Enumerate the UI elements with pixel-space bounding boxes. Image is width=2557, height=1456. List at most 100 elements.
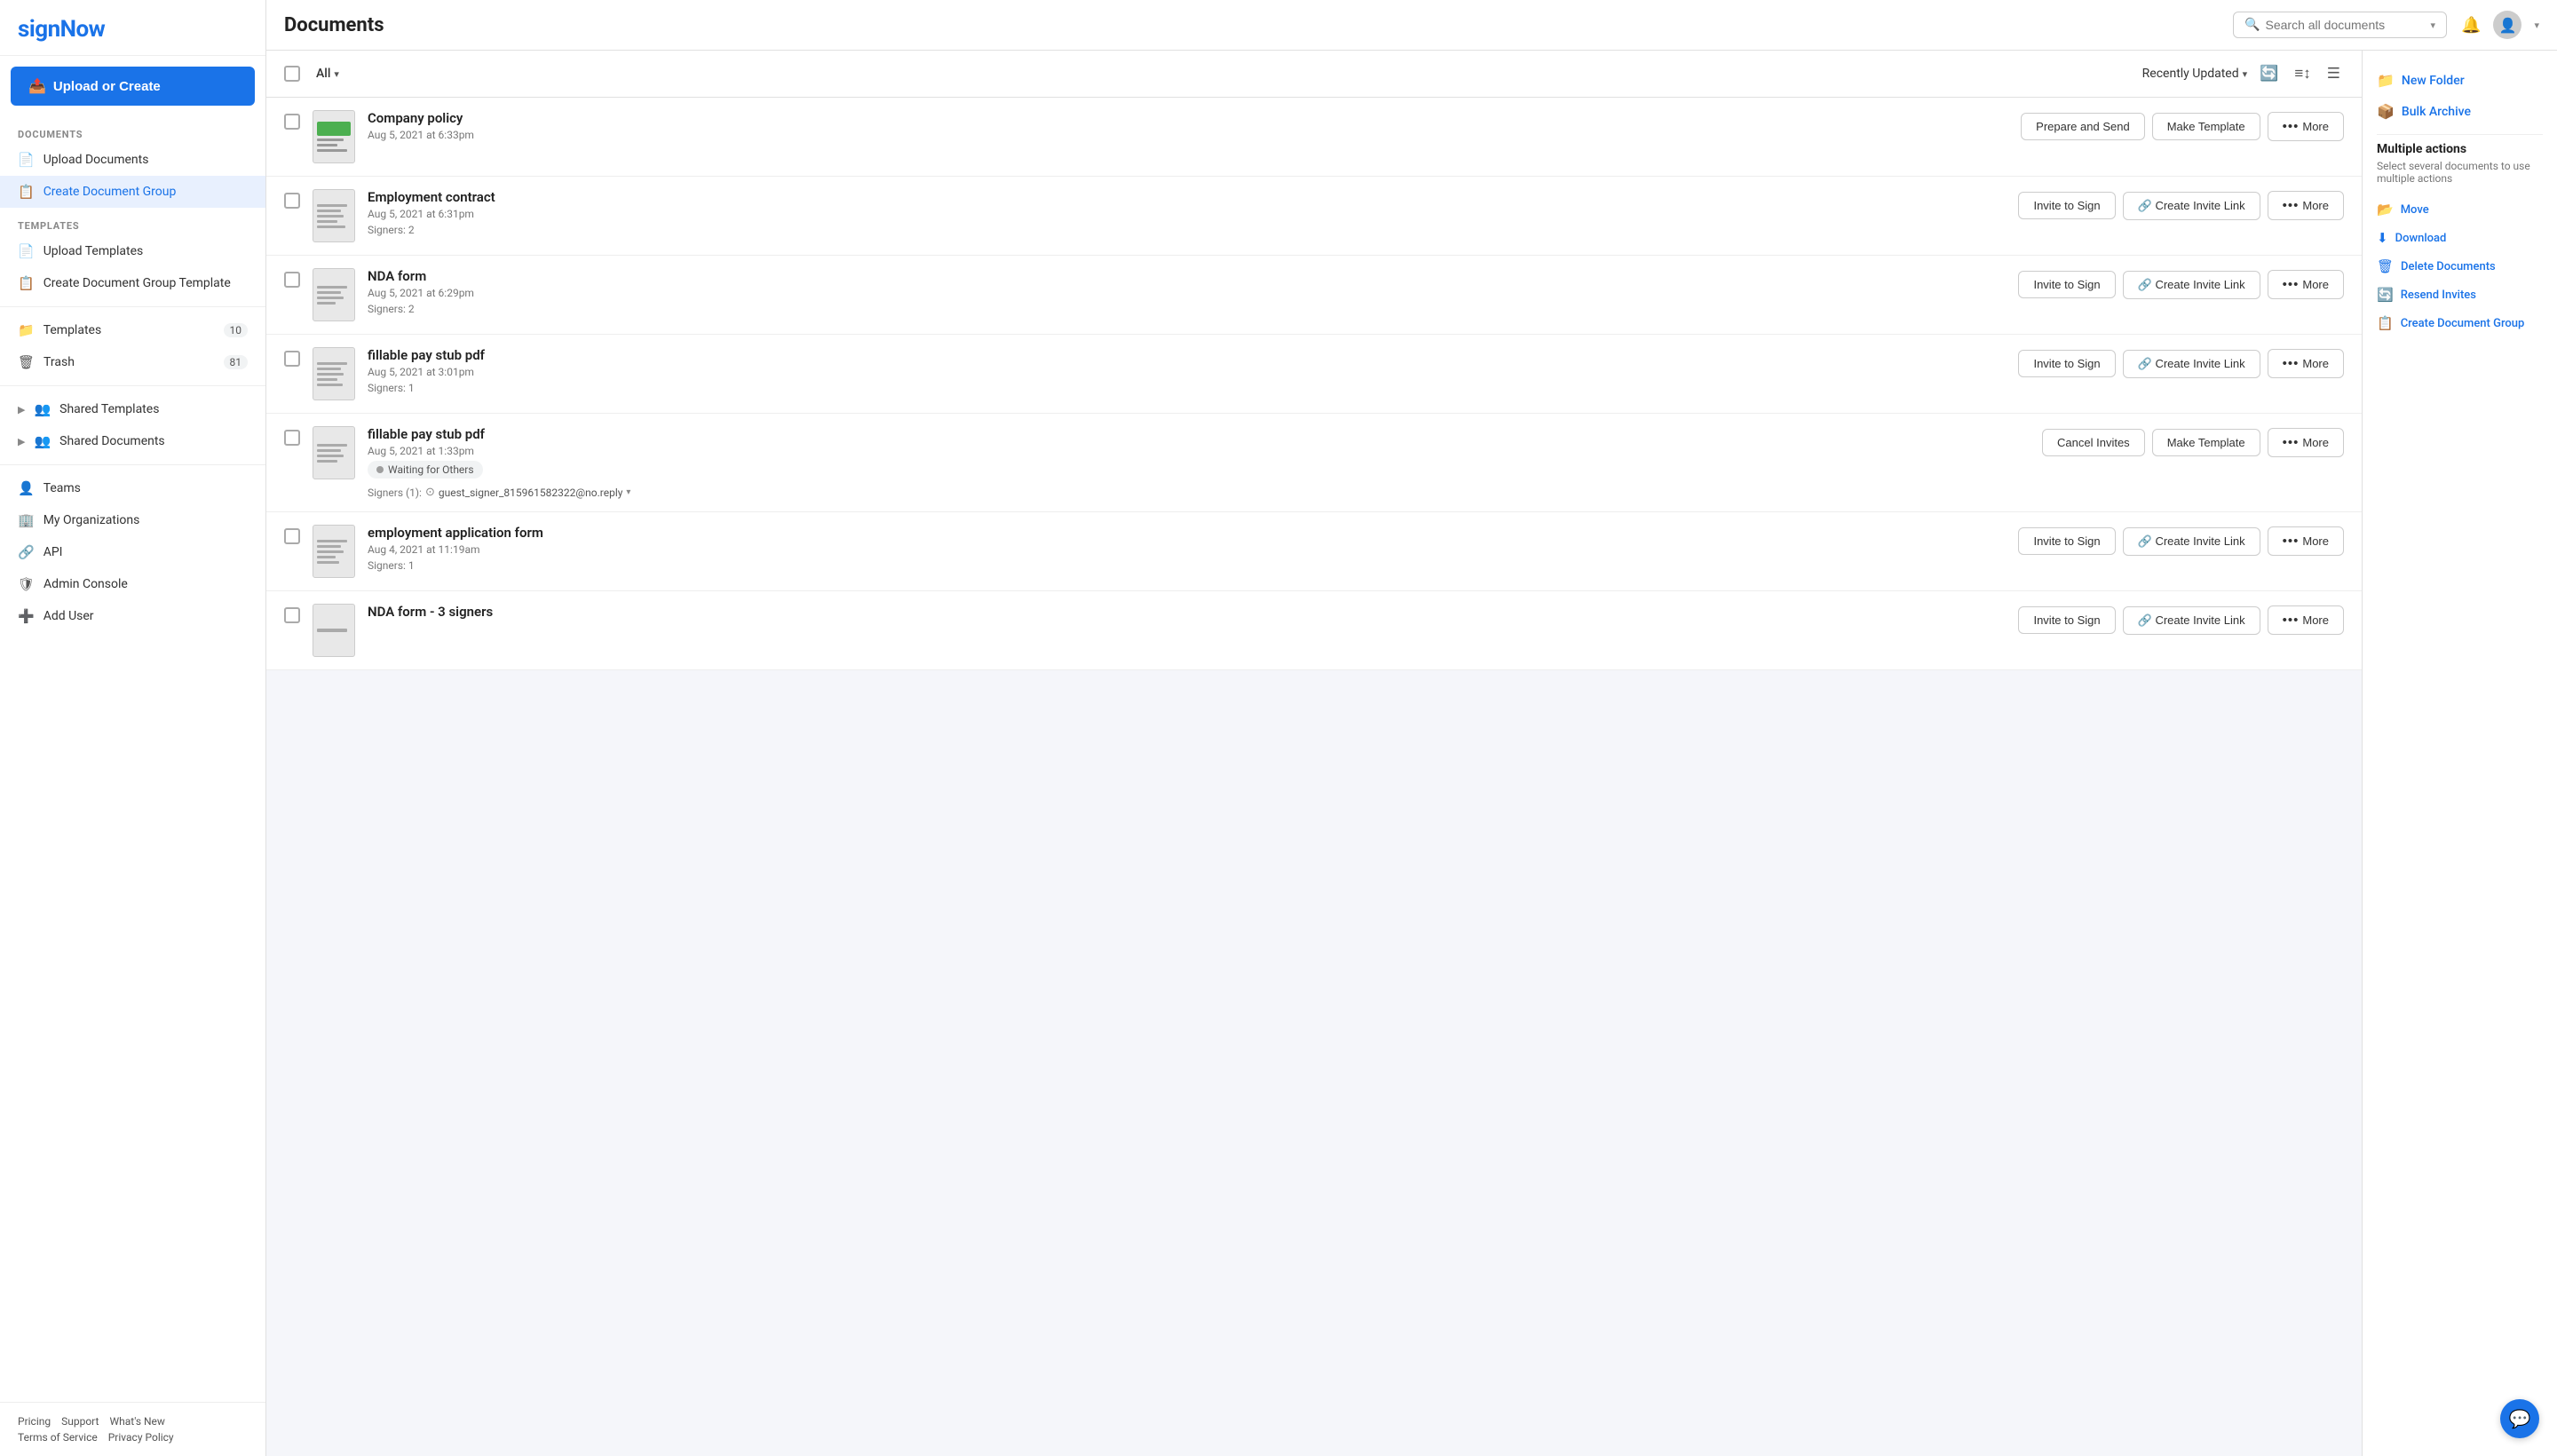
more-button[interactable]: ••• More [2268, 191, 2344, 220]
doc-thumbnail [313, 189, 355, 242]
more-button[interactable]: ••• More [2268, 270, 2344, 299]
more-button[interactable]: ••• More [2268, 349, 2344, 378]
make-template-button[interactable]: Make Template [2152, 113, 2260, 140]
more-dots-icon: ••• [2283, 613, 2300, 628]
invite-to-sign-button[interactable]: Invite to Sign [2018, 350, 2115, 377]
support-link[interactable]: Support [61, 1415, 99, 1428]
terms-link[interactable]: Terms of Service [18, 1431, 98, 1444]
sidebar-item-label: Teams [44, 481, 248, 495]
sidebar-item-add-user[interactable]: ➕ Add User [0, 600, 265, 632]
bulk-archive-label: Bulk Archive [2402, 105, 2471, 119]
doc-checkbox[interactable] [284, 351, 300, 367]
sidebar-item-trash[interactable]: 🗑 Trash 81 [0, 346, 265, 378]
thumb-line [317, 220, 337, 223]
search-dropdown-icon[interactable]: ▾ [2431, 20, 2436, 31]
invite-to-sign-button[interactable]: Invite to Sign [2018, 192, 2115, 219]
avatar-dropdown[interactable]: ▾ [2534, 20, 2539, 31]
multiple-actions-desc: Select several documents to use multiple… [2377, 160, 2543, 185]
thumb-line [317, 297, 344, 299]
filter-all-dropdown[interactable]: All ▾ [309, 63, 346, 84]
page-title: Documents [284, 14, 2219, 36]
create-invite-link-button[interactable]: 🔗 Create Invite Link [2123, 527, 2260, 556]
doc-date: Aug 5, 2021 at 6:33pm [368, 129, 2008, 141]
more-dots-icon: ••• [2283, 356, 2300, 371]
sidebar-item-api[interactable]: 🔗 API [0, 536, 265, 568]
search-input[interactable] [2266, 18, 2426, 32]
refresh-icon[interactable]: 🔄 [2256, 61, 2282, 86]
filter-icon[interactable]: ≡↕ [2291, 61, 2314, 86]
signer-info: Signers (1): ⊙ guest_signer_815961582322… [368, 486, 2030, 499]
table-row: employment application form Aug 4, 2021 … [266, 512, 2362, 591]
sidebar-item-shared-templates[interactable]: ▶ 👥 Shared Templates [0, 393, 265, 425]
chat-fab-button[interactable]: 💬 [2500, 1399, 2539, 1438]
topbar: Documents 🔍 ▾ 🔔 👤 ▾ [266, 0, 2557, 51]
pricing-link[interactable]: Pricing [18, 1415, 51, 1428]
doc-checkbox[interactable] [284, 430, 300, 446]
cancel-invites-button[interactable]: Cancel Invites [2042, 429, 2145, 456]
shared-documents-icon: 👥 [34, 433, 51, 449]
list-view-icon[interactable]: ☰ [2323, 61, 2344, 86]
whats-new-link[interactable]: What's New [109, 1415, 164, 1428]
sidebar-item-upload-documents[interactable]: 📄 Upload Documents [0, 144, 265, 176]
thumb-line [317, 291, 341, 294]
doc-thumbnail [313, 525, 355, 578]
doc-date: Aug 5, 2021 at 6:29pm [368, 287, 2006, 299]
create-invite-link-button[interactable]: 🔗 Create Invite Link [2123, 606, 2260, 635]
sort-dropdown[interactable]: Recently Updated ▾ [2142, 67, 2248, 81]
doc-checkbox[interactable] [284, 607, 300, 623]
download-button[interactable]: ⬇ Download [2377, 224, 2543, 252]
avatar[interactable]: 👤 [2493, 11, 2521, 39]
create-invite-link-button[interactable]: 🔗 Create Invite Link [2123, 271, 2260, 299]
thumb-line [317, 204, 347, 207]
doc-thumbnail [313, 268, 355, 321]
invite-to-sign-button[interactable]: Invite to Sign [2018, 271, 2115, 298]
prepare-and-send-button[interactable]: Prepare and Send [2021, 113, 2145, 140]
documents-section-label: DOCUMENTS [0, 116, 265, 144]
sidebar-item-create-document-group[interactable]: 📋 Create Document Group [0, 176, 265, 208]
link-icon: 🔗 [2138, 278, 2152, 291]
doc-checkbox[interactable] [284, 528, 300, 544]
sidebar-item-templates[interactable]: 📁 Templates 10 [0, 314, 265, 346]
sidebar-item-upload-templates[interactable]: 📄 Upload Templates [0, 235, 265, 267]
doc-checkbox[interactable] [284, 272, 300, 288]
create-document-group-button[interactable]: 📋 Create Document Group [2377, 309, 2543, 337]
more-button[interactable]: ••• More [2268, 112, 2344, 141]
expand-icon-2: ▶ [18, 436, 25, 447]
doc-signers: Signers: 2 [368, 303, 2006, 315]
sidebar-item-teams[interactable]: 👤 Teams [0, 472, 265, 504]
new-folder-button[interactable]: 📁 New Folder [2377, 65, 2543, 96]
resend-invites-button[interactable]: 🔄 Resend Invites [2377, 281, 2543, 309]
more-button[interactable]: ••• More [2268, 526, 2344, 556]
create-group-icon: 📋 [18, 184, 35, 200]
more-dots-icon: ••• [2283, 277, 2300, 292]
make-template-button[interactable]: Make Template [2152, 429, 2260, 456]
sidebar-item-create-doc-group-template[interactable]: 📋 Create Document Group Template [0, 267, 265, 299]
doc-actions: Invite to Sign 🔗 Create Invite Link ••• … [2018, 526, 2344, 556]
notification-icon[interactable]: 🔔 [2461, 16, 2481, 35]
invite-to-sign-button[interactable]: Invite to Sign [2018, 606, 2115, 634]
create-invite-link-button[interactable]: 🔗 Create Invite Link [2123, 192, 2260, 220]
doc-checkbox[interactable] [284, 193, 300, 209]
doc-date: Aug 4, 2021 at 11:19am [368, 543, 2006, 556]
create-invite-link-button[interactable]: 🔗 Create Invite Link [2123, 350, 2260, 378]
upload-create-button[interactable]: 📤 Upload or Create [11, 67, 255, 106]
status-text: Waiting for Others [388, 463, 474, 476]
privacy-link[interactable]: Privacy Policy [108, 1431, 174, 1444]
more-button[interactable]: ••• More [2268, 428, 2344, 457]
sidebar-item-my-organizations[interactable]: 🏢 My Organizations [0, 504, 265, 536]
doc-checkbox[interactable] [284, 114, 300, 130]
signer-dropdown-icon[interactable]: ▾ [626, 487, 630, 497]
bulk-archive-icon: 📦 [2377, 103, 2395, 120]
app-logo: signNow [18, 16, 105, 43]
api-icon: 🔗 [18, 544, 35, 560]
bulk-archive-button[interactable]: 📦 Bulk Archive [2377, 96, 2543, 127]
select-all-checkbox[interactable] [284, 66, 300, 82]
status-badge: Waiting for Others [368, 461, 483, 479]
sidebar-item-shared-documents[interactable]: ▶ 👥 Shared Documents [0, 425, 265, 457]
delete-documents-button[interactable]: 🗑 Delete Documents [2377, 252, 2543, 281]
invite-to-sign-button[interactable]: Invite to Sign [2018, 527, 2115, 555]
move-button[interactable]: 📂 Move [2377, 195, 2543, 224]
sidebar-item-admin-console[interactable]: 🛡 Admin Console [0, 568, 265, 600]
sidebar-divider-2 [0, 385, 265, 386]
more-button[interactable]: ••• More [2268, 605, 2344, 635]
